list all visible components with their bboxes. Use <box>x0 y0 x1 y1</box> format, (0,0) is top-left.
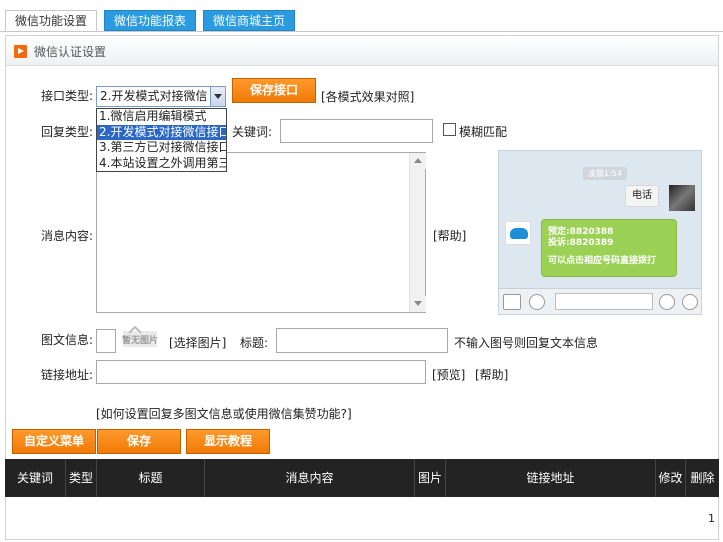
reply-message-bubble: 预定:8820388 投诉:8820389 可以点击相应号码直接拨打 <box>541 219 677 277</box>
tab-wechat-settings[interactable]: 微信功能设置 <box>5 10 98 32</box>
reply-line2-number: 8820389 <box>569 238 614 248</box>
cloud-icon <box>510 228 528 239</box>
no-image-text: 暂无图片 <box>122 334 158 346</box>
menu-icon <box>503 294 521 310</box>
phone-input-bar <box>499 288 701 314</box>
message-timestamp: 凌晨1:54 <box>583 167 627 180</box>
voice-icon <box>529 294 545 310</box>
link-help-link[interactable]: [帮助] <box>475 366 508 383</box>
title-label: 标题: <box>240 336 269 350</box>
multi-image-help-link[interactable]: [如何设置回复多图文信息或使用微信集赞功能?] <box>96 405 352 422</box>
image-info-label: 图文信息: <box>41 333 94 347</box>
title-hint: 不输入图号则回复文本信息 <box>454 336 599 350</box>
reply-type-label: 回复类型: <box>41 125 94 139</box>
reply-line1-number: 8820388 <box>569 227 614 237</box>
column-link: 链接地址 <box>446 459 656 497</box>
plus-icon <box>682 294 698 310</box>
message-content-textarea[interactable] <box>96 152 426 313</box>
reply-line3: 可以点击相应号码直接拨打 <box>548 256 657 266</box>
reply-line2-label: 投诉: <box>548 238 570 248</box>
column-title: 标题 <box>97 459 205 497</box>
save-interface-button[interactable]: 保存接口 <box>232 78 316 103</box>
panel-header: 微信认证设置 <box>6 36 718 66</box>
image-placeholder-icon: 暂无图片 <box>122 325 158 347</box>
help-link[interactable]: [帮助] <box>433 227 466 244</box>
interface-option[interactable]: 1.微信启用编辑模式 <box>97 109 226 125</box>
scroll-down-icon[interactable] <box>410 296 426 312</box>
avatar <box>669 185 695 211</box>
textarea-scrollbar[interactable] <box>409 153 426 312</box>
interface-type-value: 2.开发模式对接微信 <box>100 89 208 103</box>
user-message-bubble: 电话 <box>625 185 659 207</box>
tab-wechat-reports[interactable]: 微信功能报表 <box>104 10 197 31</box>
save-button[interactable]: 保存 <box>97 429 181 454</box>
choose-image-link[interactable]: [选择图片] <box>169 334 226 351</box>
interface-option[interactable]: 3.第三方已对接微信接口 <box>97 140 226 156</box>
service-avatar <box>505 221 531 245</box>
preview-link[interactable]: [预览] <box>432 366 465 383</box>
no-image-placeholder: 暂无图片 <box>121 323 159 353</box>
column-delete: 删除 <box>690 471 715 485</box>
link-input[interactable] <box>96 360 426 384</box>
fuzzy-match-checkbox[interactable] <box>443 123 456 136</box>
keyword-label: 关键词: <box>232 125 273 139</box>
arrow-right-icon <box>14 45 27 58</box>
interface-type-dropdown[interactable]: 1.微信启用编辑模式 2.开发模式对接微信接口 3.第三方已对接微信接口 4.本… <box>96 108 227 172</box>
column-image: 图片 <box>415 459 446 497</box>
panel-title: 微信认证设置 <box>34 45 107 59</box>
keyword-input[interactable] <box>280 119 433 143</box>
table-header: 关键词 类型 标题 消息内容 图片 链接地址 修改 删除 <box>5 459 719 497</box>
phone-preview: 凌晨1:54 电话 预定:8820388 投诉:8820389 可以点击相应号码… <box>498 150 702 315</box>
custom-menu-button[interactable]: 自定义菜单 <box>12 429 96 454</box>
phone-text-input <box>555 293 653 310</box>
pager[interactable]: 1 <box>708 512 715 525</box>
column-edit: 修改 <box>656 459 686 497</box>
image-id-input[interactable] <box>96 329 116 353</box>
column-message-content: 消息内容 <box>205 459 415 497</box>
show-tutorial-button[interactable]: 显示教程 <box>186 429 270 454</box>
tab-divider <box>0 31 723 32</box>
interface-option-selected[interactable]: 2.开发模式对接微信接口 <box>97 124 226 140</box>
interface-type-label: 接口类型: <box>41 89 94 103</box>
chevron-down-icon[interactable] <box>210 87 225 106</box>
interface-option[interactable]: 4.本站设置之外调用第三方 <box>97 156 226 172</box>
fuzzy-match-label: 模糊匹配 <box>459 125 508 139</box>
interface-type-select[interactable]: 2.开发模式对接微信 <box>96 86 226 107</box>
column-keyword: 关键词 <box>5 459 66 497</box>
message-content-label: 消息内容: <box>41 229 94 243</box>
title-input[interactable] <box>276 328 448 353</box>
scroll-up-icon[interactable] <box>410 153 426 169</box>
tab-wechat-mall[interactable]: 微信商城主页 <box>203 10 296 31</box>
column-type: 类型 <box>66 459 97 497</box>
emoji-icon <box>659 294 675 310</box>
mode-effects-link[interactable]: [各模式效果对照] <box>321 88 414 105</box>
link-label: 链接地址: <box>41 368 94 382</box>
reply-line1-label: 预定: <box>548 227 570 237</box>
